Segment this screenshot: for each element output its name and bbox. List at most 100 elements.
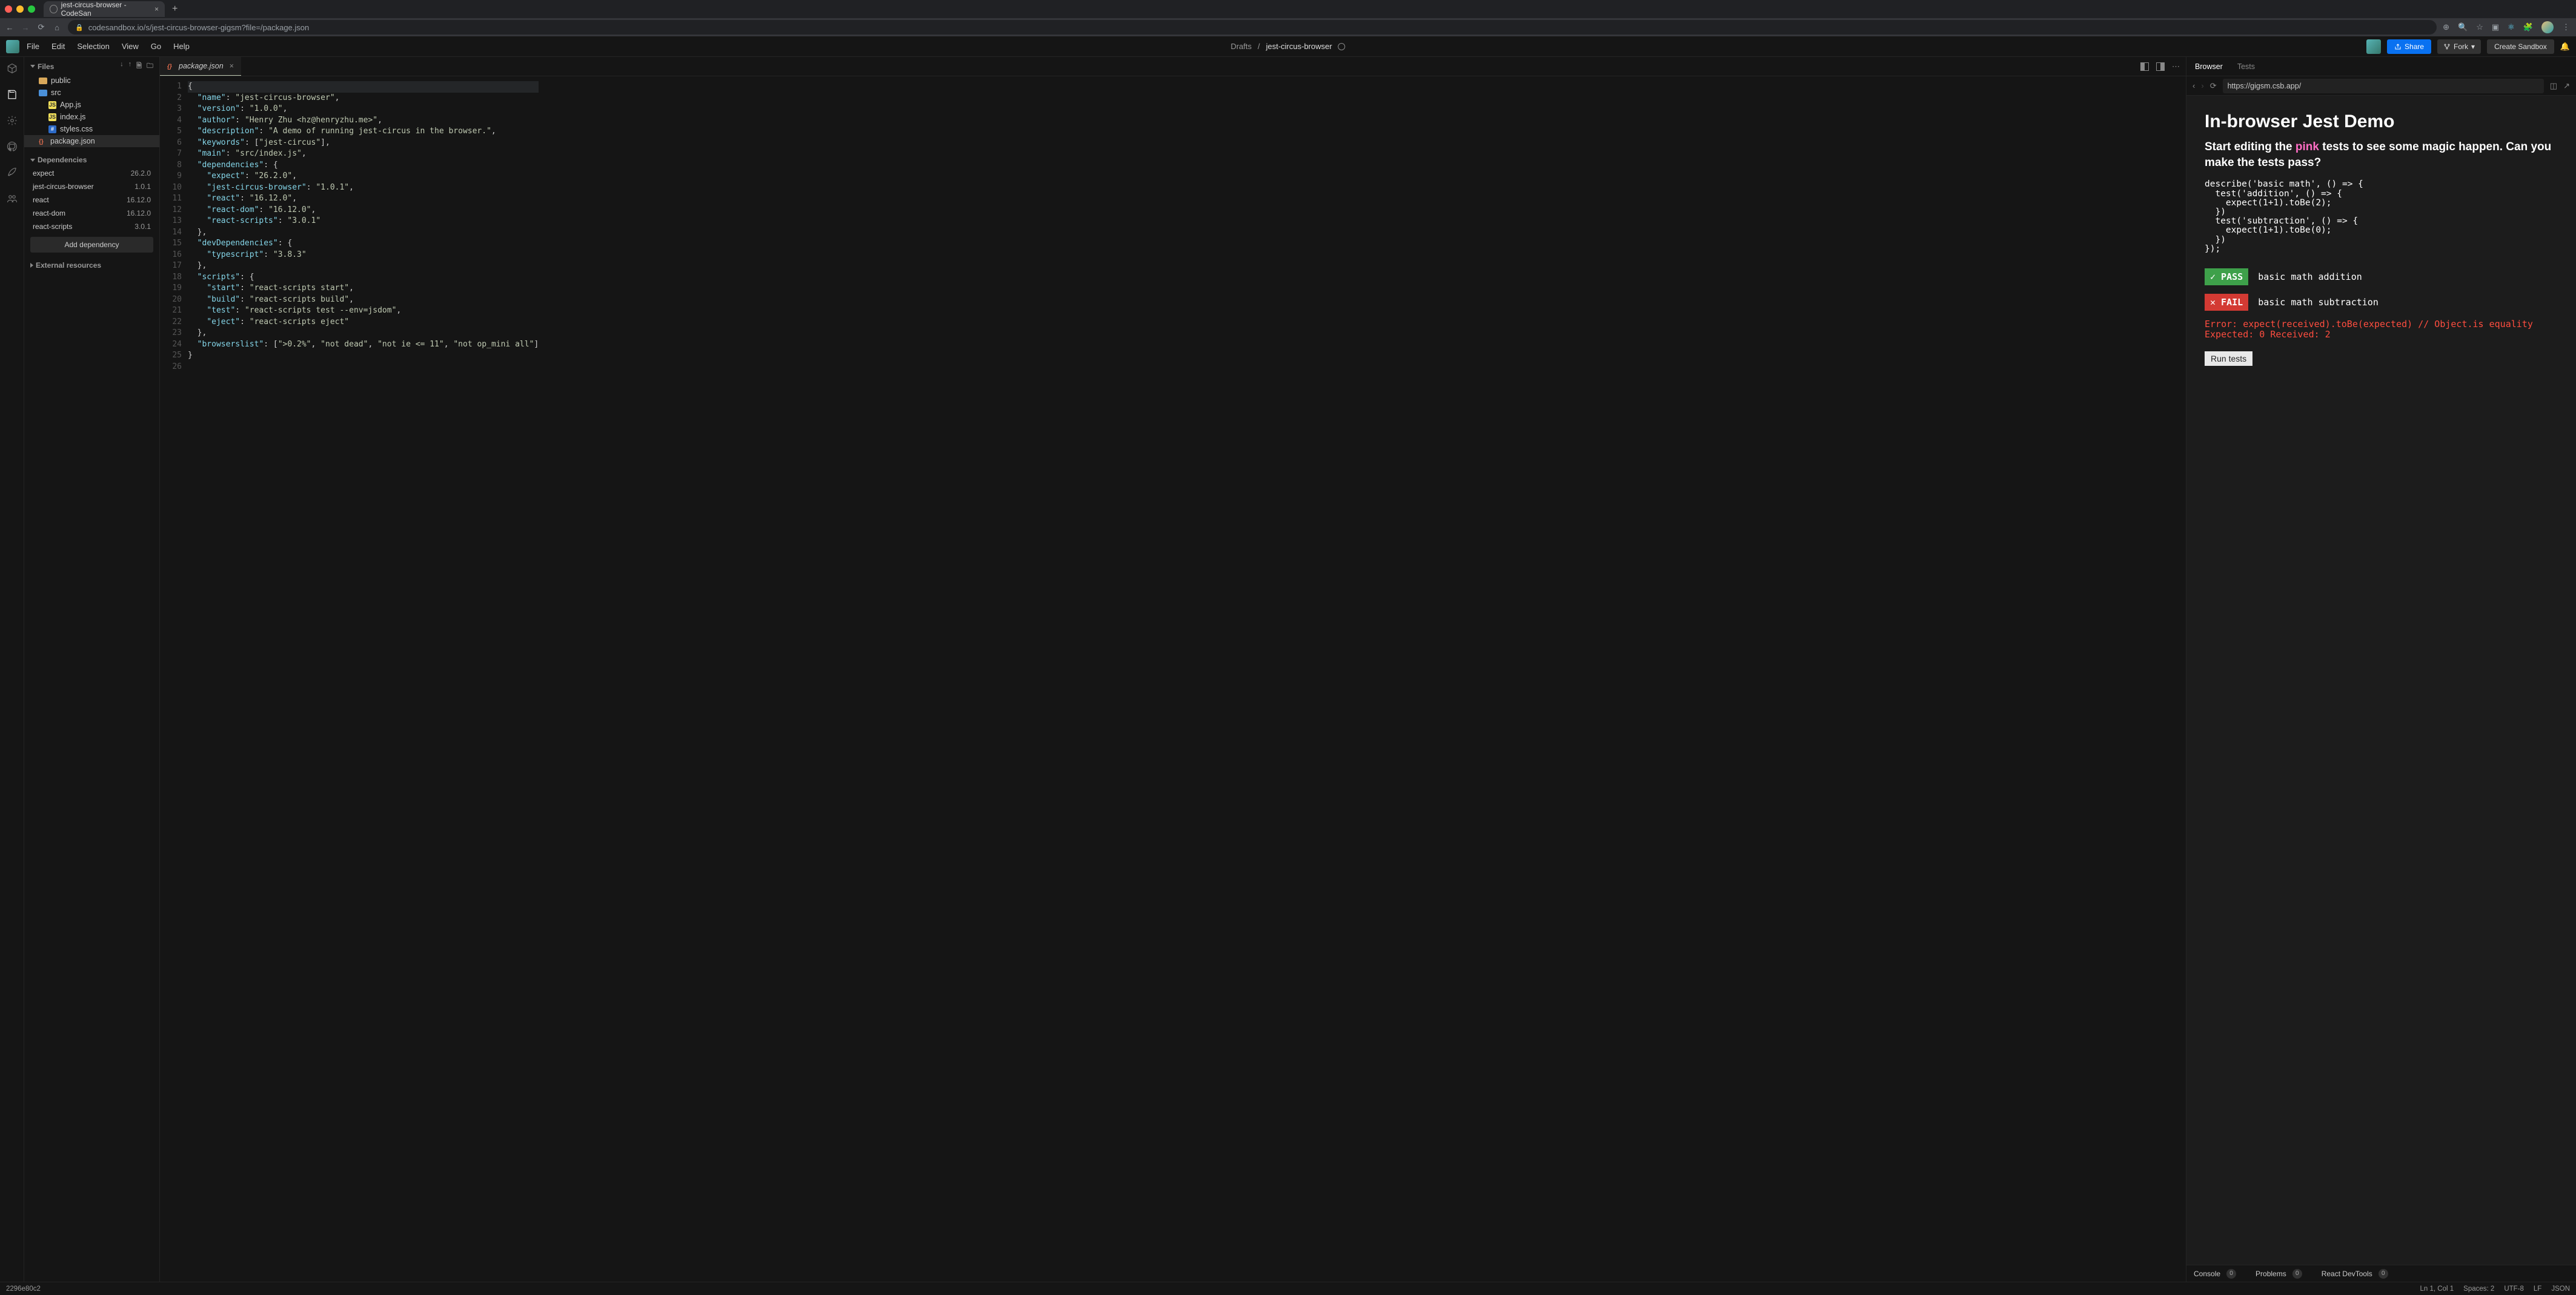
- run-tests-button[interactable]: Run tests: [2205, 351, 2252, 366]
- line-gutter: 1234567891011121314151617181920212223242…: [160, 76, 188, 1282]
- editor-tab-bar: package.json × ⋯: [160, 57, 2186, 76]
- code-lines: { "name": "jest-circus-browser", "versio…: [188, 76, 539, 1282]
- notifications-bell-icon[interactable]: 🔔: [2560, 42, 2570, 51]
- cursor-position[interactable]: Ln 1, Col 1: [2420, 1285, 2454, 1293]
- dependency-jest-circus-browser[interactable]: jest-circus-browser1.0.1: [24, 180, 159, 193]
- download-icon[interactable]: ↓: [120, 61, 124, 72]
- external-resources-header[interactable]: External resources: [24, 257, 159, 272]
- window-close-button[interactable]: [5, 5, 12, 13]
- pass-text: basic math addition: [2258, 271, 2362, 282]
- new-file-icon[interactable]: 🗎: [136, 61, 142, 72]
- folder-icon: [39, 78, 47, 84]
- file-styles-css[interactable]: #styles.css: [24, 123, 159, 135]
- install-icon[interactable]: ⊕: [2443, 22, 2449, 32]
- file-name-label: styles.css: [60, 125, 93, 133]
- split-right-icon[interactable]: [2156, 62, 2165, 71]
- config-gear-icon[interactable]: [7, 115, 18, 128]
- error-message: Error: expect(received).toBe(expected) /…: [2205, 319, 2558, 339]
- extensions-icon[interactable]: 🧩: [2523, 22, 2533, 32]
- folder-public[interactable]: public: [24, 75, 159, 87]
- deploy-rocket-icon[interactable]: [7, 167, 18, 180]
- close-tab-icon[interactable]: ×: [154, 5, 159, 13]
- file-App-js[interactable]: JSApp.js: [24, 99, 159, 111]
- explorer-icon[interactable]: [7, 89, 18, 102]
- breadcrumb-project[interactable]: jest-circus-browser: [1266, 42, 1332, 51]
- files-header[interactable]: Files ↓ ↑ 🗎 🗀: [24, 57, 159, 75]
- split-left-icon[interactable]: [2140, 62, 2149, 71]
- eol[interactable]: LF: [2534, 1285, 2541, 1293]
- preview-iframe-body: In-browser Jest Demo Start editing the p…: [2186, 96, 2576, 1265]
- bookmark-icon[interactable]: ☆: [2476, 22, 2483, 32]
- git-hash[interactable]: 2296e80c2: [6, 1285, 2411, 1293]
- dependency-expect[interactable]: expect26.2.0: [24, 167, 159, 180]
- github-icon[interactable]: [7, 141, 18, 154]
- indent-spaces[interactable]: Spaces: 2: [2463, 1285, 2494, 1293]
- menu-edit[interactable]: Edit: [51, 42, 65, 51]
- dependency-react-dom[interactable]: react-dom16.12.0: [24, 207, 159, 220]
- console-count: 0: [2226, 1269, 2236, 1279]
- nav-forward-icon[interactable]: →: [21, 23, 30, 32]
- editable-test-code[interactable]: describe('basic math', () => { test('add…: [2205, 180, 2558, 254]
- react-devtools-ext-icon[interactable]: ⚛: [2508, 22, 2515, 32]
- add-dependency-button[interactable]: Add dependency: [30, 237, 153, 253]
- window-minimize-button[interactable]: [16, 5, 24, 13]
- menu-view[interactable]: View: [122, 42, 139, 51]
- user-avatar-icon[interactable]: [2366, 39, 2381, 54]
- reading-list-icon[interactable]: ▣: [2492, 22, 2499, 32]
- dep-version: 1.0.1: [134, 182, 151, 191]
- sandbox-info-icon[interactable]: [7, 63, 18, 76]
- encoding[interactable]: UTF-8: [2504, 1285, 2524, 1293]
- file-package-json[interactable]: package.json: [24, 135, 159, 147]
- js-file-icon: JS: [48, 101, 56, 109]
- preview-back-icon[interactable]: ‹: [2193, 81, 2195, 90]
- preview-panel: Browser Tests ‹ › ⟳ https://gigsm.csb.ap…: [2186, 57, 2576, 1282]
- upload-icon[interactable]: ↑: [128, 61, 132, 72]
- zoom-icon[interactable]: 🔍: [2458, 22, 2468, 32]
- folder-src[interactable]: src: [24, 87, 159, 99]
- preview-forward-icon[interactable]: ›: [2201, 81, 2203, 90]
- console-tab[interactable]: Console: [2194, 1270, 2220, 1278]
- create-sandbox-button[interactable]: Create Sandbox: [2487, 39, 2554, 54]
- live-users-icon[interactable]: [7, 193, 18, 206]
- menu-selection[interactable]: Selection: [77, 42, 109, 51]
- devtools-tab[interactable]: React DevTools: [2322, 1270, 2372, 1278]
- nav-back-icon[interactable]: ←: [5, 23, 15, 32]
- file-explorer: Files ↓ ↑ 🗎 🗀 publicsrcJSApp.jsJSindex.j…: [24, 57, 160, 1282]
- breadcrumb-drafts[interactable]: Drafts: [1230, 42, 1252, 51]
- preview-url-bar[interactable]: https://gigsm.csb.app/: [2223, 79, 2544, 93]
- share-button[interactable]: Share: [2387, 39, 2431, 54]
- fork-button[interactable]: Fork ▾: [2437, 39, 2481, 54]
- activity-bar: [0, 57, 24, 1282]
- browser-tab[interactable]: jest-circus-browser - CodeSan ×: [44, 1, 165, 17]
- problems-tab[interactable]: Problems: [2256, 1270, 2286, 1278]
- dependency-react[interactable]: react16.12.0: [24, 193, 159, 207]
- code-area[interactable]: 1234567891011121314151617181920212223242…: [160, 76, 2186, 1282]
- preview-tab-tests[interactable]: Tests: [2237, 62, 2255, 71]
- profile-avatar-icon[interactable]: [2541, 21, 2554, 33]
- dep-version: 16.12.0: [127, 209, 151, 217]
- menu-dots-icon[interactable]: ⋮: [2562, 22, 2571, 32]
- close-tab-icon[interactable]: ×: [230, 62, 234, 70]
- dependency-react-scripts[interactable]: react-scripts3.0.1: [24, 220, 159, 233]
- preview-tab-browser[interactable]: Browser: [2195, 62, 2223, 71]
- more-actions-icon[interactable]: ⋯: [2172, 62, 2180, 71]
- workspace-avatar-icon[interactable]: [6, 40, 19, 53]
- new-tab-button[interactable]: +: [172, 4, 178, 15]
- menu-file[interactable]: File: [27, 42, 39, 51]
- editor-tab[interactable]: package.json ×: [160, 57, 241, 76]
- language-mode[interactable]: JSON: [2551, 1285, 2570, 1293]
- browser-nav-bar: ← → ⟳ ⌂ 🔒 codesandbox.io/s/jest-circus-b…: [0, 18, 2576, 36]
- preview-reload-icon[interactable]: ⟳: [2210, 81, 2217, 91]
- menu-help[interactable]: Help: [173, 42, 190, 51]
- browser-url-bar[interactable]: 🔒 codesandbox.io/s/jest-circus-browser-g…: [68, 20, 2437, 35]
- nav-reload-icon[interactable]: ⟳: [36, 22, 46, 32]
- window-zoom-button[interactable]: [28, 5, 35, 13]
- file-index-js[interactable]: JSindex.js: [24, 111, 159, 123]
- preview-structure-icon[interactable]: ◫: [2550, 81, 2557, 91]
- menu-go[interactable]: Go: [151, 42, 161, 51]
- deps-header[interactable]: Dependencies: [24, 152, 159, 167]
- fork-caret-icon: ▾: [2471, 42, 2475, 51]
- preview-open-external-icon[interactable]: ↗: [2563, 81, 2570, 91]
- new-folder-icon[interactable]: 🗀: [147, 61, 153, 72]
- nav-home-icon[interactable]: ⌂: [52, 23, 62, 32]
